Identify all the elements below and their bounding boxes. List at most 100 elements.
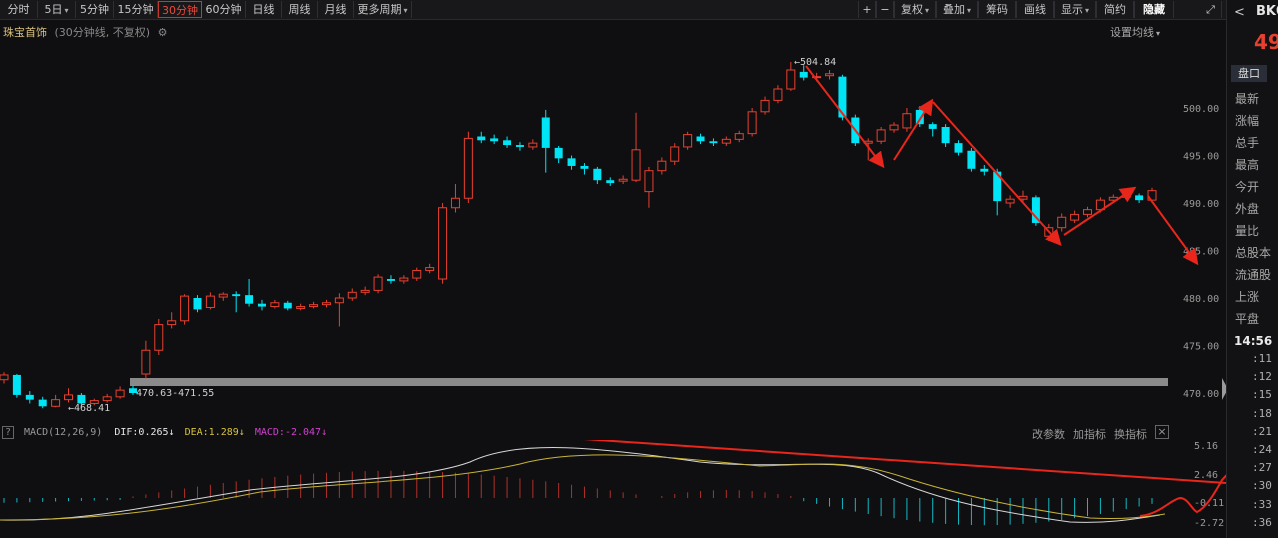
arrow-down-icon: ↓	[321, 427, 328, 438]
period-tab-2[interactable]: 5分钟	[76, 1, 114, 18]
tick-time: :15	[1252, 388, 1272, 402]
tick-time: :27	[1252, 461, 1272, 475]
quote-field-label: 上涨	[1235, 290, 1260, 304]
candle	[245, 279, 254, 307]
candle	[773, 85, 783, 104]
caret-down-icon: ▾	[966, 6, 971, 15]
overlay-button[interactable]: 叠加 ▾	[936, 1, 978, 18]
candle	[321, 299, 331, 308]
price-axis-label: 475.00	[1183, 342, 1219, 353]
trend-arrow	[932, 101, 1062, 246]
chevron-left-icon[interactable]: <	[1234, 5, 1245, 20]
quote-field-label: 最新	[1235, 92, 1260, 106]
candle	[1070, 210, 1080, 223]
stock-name: 珠宝首饰	[3, 26, 47, 39]
period-tab-0[interactable]: 分时	[0, 1, 38, 18]
candle	[554, 146, 563, 164]
ma-setting-button[interactable]: 设置均线 ▾	[1110, 24, 1160, 40]
candle	[12, 374, 21, 398]
period-toolbar: 分时 5日 ▾ 5分钟 15分钟 30分钟 60分钟 日线 周线 月线 更多周期 ▾ + − 复权 ▾ 叠加 ▾…	[0, 0, 1226, 20]
toolbar-label: 隐藏	[1143, 3, 1165, 16]
period-tab-label: 5分钟	[80, 3, 109, 16]
candle	[528, 139, 538, 150]
period-tab-3[interactable]: 15分钟	[114, 1, 158, 18]
tick-time: :18	[1252, 406, 1272, 420]
candle	[232, 291, 241, 313]
period-tab-8[interactable]: 月线	[318, 1, 354, 18]
display-button[interactable]: 显示 ▾	[1054, 1, 1096, 18]
macd-axis-label: 2.46	[1194, 470, 1218, 481]
candle	[696, 133, 705, 145]
gear-icon[interactable]: ⚙	[158, 26, 168, 39]
zoom-in-button[interactable]: +	[858, 1, 876, 18]
draw-button[interactable]: 画线	[1016, 1, 1054, 18]
candle	[1018, 190, 1028, 203]
candle	[180, 294, 190, 325]
tab-handicap[interactable]: 盘口	[1231, 65, 1267, 82]
macd-trendline	[583, 440, 1226, 484]
hide-button[interactable]: 隐藏	[1134, 1, 1174, 18]
toolbar-label: 画线	[1024, 3, 1046, 16]
candle	[876, 127, 886, 145]
period-tab-label: 分时	[7, 3, 30, 16]
period-tab-label: 60分钟	[205, 3, 242, 16]
candle	[631, 112, 641, 183]
adjust-button[interactable]: 复权 ▾	[894, 1, 936, 18]
period-tab-6[interactable]: 日线	[246, 1, 282, 18]
macd-axis-label: 5.16	[1194, 441, 1218, 452]
candle	[141, 340, 151, 379]
toolbar-label: 叠加	[942, 3, 965, 16]
period-tab-4[interactable]: 30分钟	[158, 1, 202, 18]
quote-field-label: 总手	[1235, 136, 1260, 150]
candle	[760, 96, 770, 115]
toolbar-label: +	[862, 3, 872, 16]
period-tab-9[interactable]: 更多周期 ▾	[354, 1, 412, 18]
toolbar-label: −	[880, 3, 890, 16]
candle	[709, 138, 718, 146]
candle	[967, 147, 976, 172]
candle	[593, 166, 602, 184]
candle	[1135, 193, 1144, 203]
period-tab-label: 更多周期	[357, 3, 402, 16]
candle	[902, 108, 912, 132]
period-tab-7[interactable]: 周线	[282, 1, 318, 18]
candle	[309, 301, 319, 309]
macd-value: MACD:-2.047	[254, 427, 322, 438]
tick-time: :12	[1252, 370, 1272, 384]
latest-price: 49	[1254, 30, 1278, 54]
candle	[38, 396, 47, 409]
macd-dif: DIF:0.265	[114, 427, 169, 438]
candle	[102, 393, 112, 403]
trend-arrow	[893, 98, 934, 161]
toolbar-label: 显示	[1060, 3, 1083, 16]
macd-name: MACD(12,26,9)	[24, 427, 103, 438]
candle	[399, 275, 409, 284]
candle	[296, 303, 306, 311]
period-tab-1[interactable]: 5日 ▾	[38, 1, 76, 18]
zoom-out-button[interactable]: −	[876, 1, 894, 18]
quote-field-label: 总股本	[1235, 246, 1272, 260]
caret-down-icon: ▾	[1084, 6, 1089, 15]
high-price-annotation: ←504.84	[794, 57, 836, 68]
candle	[425, 263, 435, 274]
candle	[747, 108, 757, 137]
candlestick-chart[interactable]: 500.00495.00490.00485.00480.00475.00470.…	[0, 20, 1226, 420]
candle	[270, 299, 280, 309]
dea-line	[0, 454, 1166, 521]
expand-icon[interactable]: ⤢	[1200, 1, 1222, 18]
quote-field-label: 今开	[1235, 180, 1260, 194]
candle	[154, 318, 164, 355]
period-tab-label: 15分钟	[117, 3, 154, 16]
candle	[825, 70, 835, 80]
quote-field-label: 最高	[1235, 158, 1260, 172]
candle	[490, 134, 499, 145]
period-tab-5[interactable]: 60分钟	[202, 1, 246, 18]
macd-dea: DEA:1.289	[184, 427, 239, 438]
simple-button[interactable]: 简约	[1096, 1, 1134, 18]
chips-button[interactable]: 筹码	[978, 1, 1016, 18]
candle	[360, 286, 370, 296]
close-icon[interactable]: ×	[1155, 425, 1169, 439]
arrow-down-icon: ↓	[238, 427, 245, 438]
help-icon[interactable]: ?	[2, 426, 14, 439]
tick-time: :36	[1252, 515, 1272, 529]
